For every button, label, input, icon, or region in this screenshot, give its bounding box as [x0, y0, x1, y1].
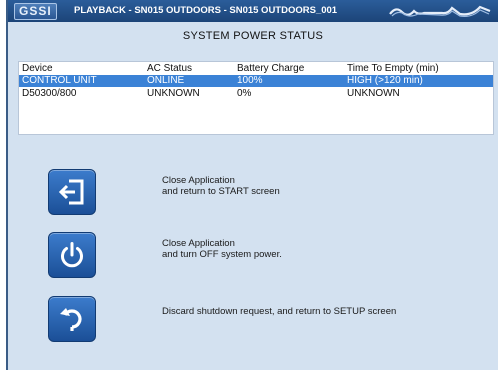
- gssi-logo: GSSI: [14, 3, 57, 20]
- wave-logo-icon: [389, 5, 491, 17]
- title-bar: GSSI PLAYBACK - SN015 OUTDOORS - SN015 O…: [8, 0, 498, 22]
- column-header-battery-charge: Battery Charge: [237, 63, 305, 74]
- return-to-setup-button[interactable]: [48, 296, 96, 342]
- column-header-device: Device: [22, 63, 53, 74]
- cell-battery-charge: 0%: [237, 88, 252, 99]
- table-header: Device AC Status Battery Charge Time To …: [19, 63, 493, 75]
- exit-to-start-button[interactable]: [48, 169, 96, 215]
- action-exit: Close Application and return to START sc…: [48, 169, 488, 215]
- table-row[interactable]: CONTROL UNIT ONLINE 100% HIGH (>120 min): [19, 75, 493, 87]
- table-row[interactable]: D50300/800 UNKNOWN 0% UNKNOWN: [19, 88, 493, 100]
- exit-description: Close Application and return to START sc…: [162, 175, 280, 197]
- window-title: PLAYBACK - SN015 OUTDOORS - SN015 OUTDOO…: [74, 5, 338, 16]
- description-line: and return to START screen: [162, 186, 280, 197]
- column-header-time-to-empty: Time To Empty (min): [347, 63, 439, 74]
- power-icon: [61, 242, 83, 268]
- action-power-off: Close Application and turn OFF system po…: [48, 232, 488, 278]
- page-title: SYSTEM POWER STATUS: [182, 30, 324, 42]
- cell-ac-status: UNKNOWN: [147, 88, 200, 99]
- description-line: Close Application: [162, 175, 235, 186]
- cell-time-to-empty: HIGH (>120 min): [347, 75, 423, 86]
- cell-ac-status: ONLINE: [147, 75, 185, 86]
- return-icon: [60, 308, 82, 331]
- cell-device: D50300/800: [22, 88, 77, 99]
- power-off-description: Close Application and turn OFF system po…: [162, 238, 282, 260]
- exit-icon: [58, 179, 84, 205]
- app-window: GSSI PLAYBACK - SN015 OUTDOORS - SN015 O…: [6, 0, 498, 370]
- column-header-ac-status: AC Status: [147, 63, 193, 74]
- description-line: and turn OFF system power.: [162, 249, 282, 260]
- power-status-table: Device AC Status Battery Charge Time To …: [18, 61, 494, 135]
- power-off-button[interactable]: [48, 232, 96, 278]
- cell-battery-charge: 100%: [237, 75, 263, 86]
- discard-description: Discard shutdown request, and return to …: [162, 306, 396, 317]
- description-line: Discard shutdown request, and return to …: [162, 306, 397, 317]
- cell-time-to-empty: UNKNOWN: [347, 88, 400, 99]
- cell-device: CONTROL UNIT: [22, 75, 97, 86]
- description-line: Close Application: [162, 238, 235, 249]
- action-discard: Discard shutdown request, and return to …: [48, 296, 488, 342]
